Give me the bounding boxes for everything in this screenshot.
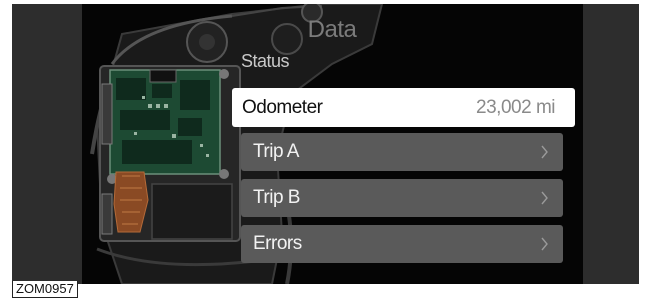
- menu-item-odometer[interactable]: Odometer 23,002 mi: [232, 88, 575, 127]
- instrument-screen: Data Status Odometer 23,002 mi Trip A Tr…: [12, 4, 639, 284]
- menu-item-label: Errors: [253, 233, 302, 254]
- chevron-right-icon: [541, 237, 548, 251]
- menu-item-trip-a[interactable]: Trip A: [241, 133, 563, 171]
- display-panel: Data Status Odometer 23,002 mi Trip A Tr…: [82, 4, 583, 284]
- chevron-right-icon: [541, 191, 548, 205]
- figure-caption: ZOM0957: [12, 281, 78, 298]
- screen-title: Data: [307, 16, 357, 43]
- menu-item-errors[interactable]: Errors: [241, 225, 563, 263]
- section-subtitle: Status: [241, 51, 290, 71]
- chevron-right-icon: [541, 145, 548, 159]
- menu-item-label: Odometer: [242, 96, 323, 118]
- menu-item-label: Trip A: [253, 141, 299, 162]
- odometer-value: 23,002 mi: [476, 96, 555, 118]
- menu-item-trip-b[interactable]: Trip B: [241, 179, 563, 217]
- menu-item-label: Trip B: [253, 187, 300, 208]
